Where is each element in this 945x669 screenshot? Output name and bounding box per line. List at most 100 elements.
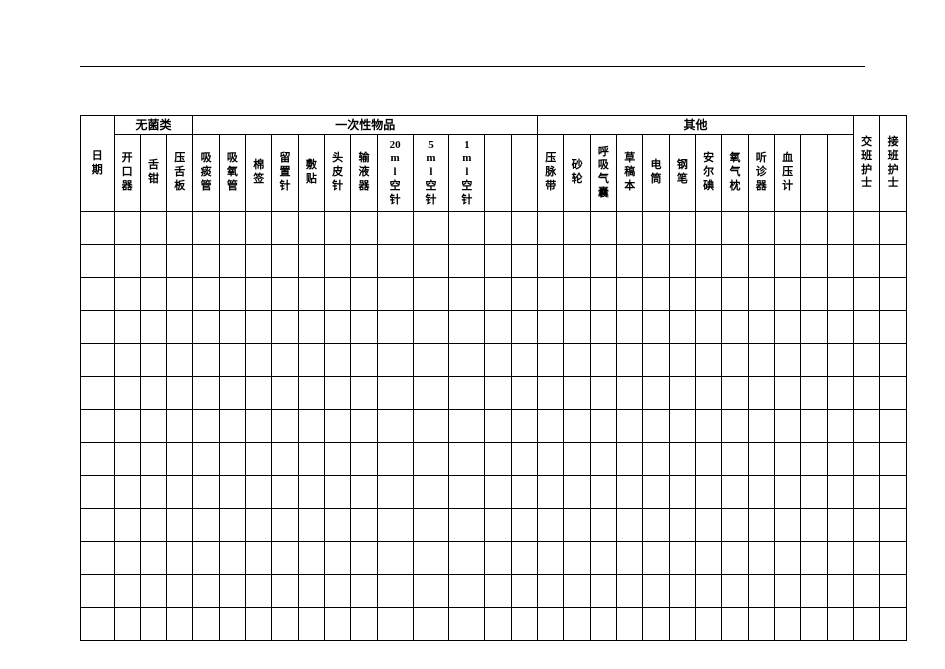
table-cell — [219, 344, 245, 377]
table-cell — [538, 212, 564, 245]
table-cell — [413, 377, 449, 410]
table-cell — [272, 245, 298, 278]
table-cell — [413, 608, 449, 641]
table-cell — [801, 344, 827, 377]
table-cell — [140, 443, 166, 476]
table-cell — [695, 212, 721, 245]
group-sterile: 无菌类 — [114, 116, 193, 135]
table-cell — [880, 575, 907, 608]
table-cell — [351, 344, 377, 377]
table-cell — [827, 245, 853, 278]
table-cell — [854, 509, 880, 542]
table-cell — [590, 443, 616, 476]
table-cell — [449, 443, 485, 476]
table-cell — [880, 542, 907, 575]
table-cell — [854, 575, 880, 608]
table-cell — [801, 212, 827, 245]
table-cell — [140, 311, 166, 344]
table-cell — [325, 575, 351, 608]
table-cell — [722, 509, 748, 542]
table-cell — [114, 410, 140, 443]
table-cell — [854, 443, 880, 476]
table-cell — [485, 509, 511, 542]
table-cell — [167, 542, 193, 575]
table-cell — [538, 311, 564, 344]
table-cell — [801, 245, 827, 278]
table-cell — [140, 377, 166, 410]
table-cell — [219, 278, 245, 311]
group-disposable: 一次性物品 — [193, 116, 538, 135]
table-cell — [748, 344, 774, 377]
table-cell — [590, 245, 616, 278]
table-cell — [748, 410, 774, 443]
table-cell — [298, 443, 324, 476]
col-takeover-nurse: 接班护士 — [880, 116, 907, 212]
table-cell — [193, 212, 219, 245]
table-cell — [617, 509, 643, 542]
table-cell — [538, 443, 564, 476]
col-c27 — [827, 135, 853, 212]
col-c16: 压脉带 — [538, 135, 564, 212]
table-cell — [669, 377, 695, 410]
table-cell — [219, 542, 245, 575]
table-cell — [114, 608, 140, 641]
table-cell — [81, 608, 115, 641]
table-cell — [801, 443, 827, 476]
table-cell — [643, 245, 669, 278]
table-cell — [413, 509, 449, 542]
table-cell — [617, 410, 643, 443]
table-cell — [413, 575, 449, 608]
table-cell — [643, 443, 669, 476]
table-cell — [377, 377, 413, 410]
table-cell — [511, 608, 537, 641]
table-cell — [449, 410, 485, 443]
table-cell — [801, 542, 827, 575]
table-cell — [140, 344, 166, 377]
table-cell — [298, 542, 324, 575]
table-cell — [298, 509, 324, 542]
table-cell — [449, 476, 485, 509]
table-row — [81, 278, 907, 311]
table-cell — [81, 278, 115, 311]
table-cell — [590, 542, 616, 575]
table-cell — [81, 542, 115, 575]
table-row — [81, 344, 907, 377]
table-cell — [854, 311, 880, 344]
table-cell — [167, 311, 193, 344]
table-cell — [114, 377, 140, 410]
table-cell — [377, 575, 413, 608]
table-cell — [643, 476, 669, 509]
table-cell — [140, 476, 166, 509]
table-cell — [193, 443, 219, 476]
table-cell — [854, 377, 880, 410]
table-cell — [774, 278, 800, 311]
col-c17: 砂轮 — [564, 135, 590, 212]
table-cell — [193, 542, 219, 575]
table-cell — [643, 344, 669, 377]
table-row — [81, 443, 907, 476]
table-cell — [272, 311, 298, 344]
table-cell — [298, 311, 324, 344]
table-cell — [114, 311, 140, 344]
table-cell — [564, 542, 590, 575]
col-c9: 头皮针 — [325, 135, 351, 212]
col-date: 日期 — [81, 116, 115, 212]
table-row — [81, 476, 907, 509]
table-row — [81, 245, 907, 278]
table-cell — [511, 245, 537, 278]
table-header: 日期 无菌类 一次性物品 其他 交班护士 接班护士 开口器 舌钳 压舌板 吸痰管… — [81, 116, 907, 212]
table-cell — [193, 509, 219, 542]
table-cell — [538, 542, 564, 575]
table-cell — [272, 542, 298, 575]
table-cell — [325, 542, 351, 575]
table-cell — [748, 278, 774, 311]
table-cell — [695, 278, 721, 311]
col-c22: 安尔碘 — [695, 135, 721, 212]
table-cell — [854, 278, 880, 311]
table-cell — [801, 476, 827, 509]
table-cell — [511, 476, 537, 509]
table-cell — [325, 476, 351, 509]
table-cell — [774, 311, 800, 344]
table-cell — [669, 311, 695, 344]
col-date-label: 日期 — [92, 150, 103, 178]
